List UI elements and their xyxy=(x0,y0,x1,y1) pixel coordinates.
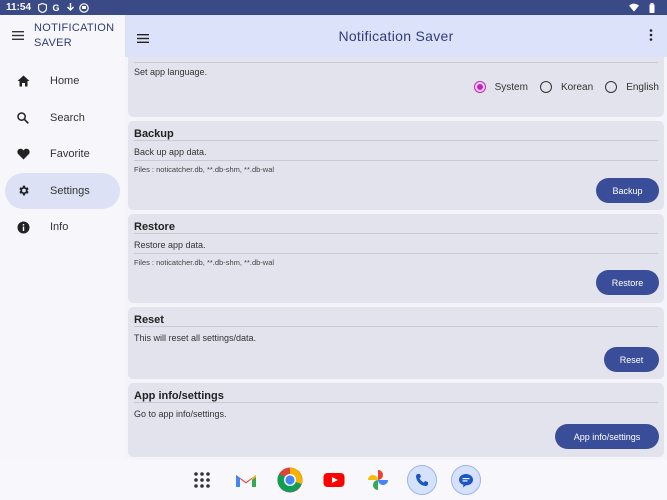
radio-label-english: English xyxy=(626,81,659,93)
nav-label-settings: Settings xyxy=(50,184,90,197)
search-icon xyxy=(16,111,30,125)
gmail-icon[interactable] xyxy=(231,465,261,495)
nav-item-search[interactable]: Search xyxy=(5,100,120,136)
heart-icon xyxy=(16,147,30,161)
reset-button[interactable]: Reset xyxy=(604,347,659,372)
home-icon xyxy=(16,74,30,88)
wifi-icon xyxy=(629,3,639,13)
app-bar: Notification Saver xyxy=(125,15,667,57)
backup-title: Backup xyxy=(134,121,658,141)
nav-label-home: Home xyxy=(50,75,80,87)
info-icon xyxy=(16,220,30,234)
app-notification-icon xyxy=(79,2,89,13)
status-bar: 11:54 G xyxy=(0,0,667,15)
backup-files: Files : noticatcher.db, **.db-shm, **.db… xyxy=(134,165,275,174)
restore-desc: Restore app data. xyxy=(134,234,658,254)
nav-item-favorite[interactable]: Favorite xyxy=(5,136,120,172)
radio-system[interactable] xyxy=(473,81,486,93)
app-drawer-icon[interactable] xyxy=(187,465,217,495)
radio-label-system: System xyxy=(494,81,528,93)
taskbar xyxy=(0,460,667,500)
photos-icon[interactable] xyxy=(363,465,393,495)
nav-item-home[interactable]: Home xyxy=(5,63,120,99)
nav-label-info: Info xyxy=(50,221,69,234)
status-time: 11:54 xyxy=(6,2,32,13)
chrome-icon[interactable] xyxy=(275,465,305,495)
phone-icon[interactable] xyxy=(406,465,437,495)
youtube-icon[interactable] xyxy=(319,465,349,495)
backup-desc: Back up app data. xyxy=(134,141,658,161)
settings-content[interactable]: Set app language. System Korean English … xyxy=(125,57,667,460)
nav-item-settings[interactable]: Settings xyxy=(5,172,120,209)
restore-title: Restore xyxy=(134,214,658,234)
app-info-button[interactable]: App info/settings xyxy=(555,424,659,449)
language-desc: Set app language. xyxy=(134,67,208,77)
more-options-icon[interactable] xyxy=(649,28,653,46)
backup-button[interactable]: Backup xyxy=(596,178,659,203)
reset-desc: This will reset all settings/data. xyxy=(134,333,257,343)
app-info-title: App info/settings xyxy=(134,383,658,403)
radio-english[interactable] xyxy=(605,81,618,93)
drawer-menu-icon[interactable] xyxy=(12,27,26,45)
language-card: Set app language. System Korean English xyxy=(128,57,664,117)
restore-button[interactable]: Restore xyxy=(596,270,659,295)
drawer-title-line1: NOTIFICATION xyxy=(34,22,115,34)
reset-card: Reset This will reset all settings/data.… xyxy=(128,307,664,379)
download-icon xyxy=(65,2,75,13)
google-icon: G xyxy=(52,2,60,13)
navigation-drawer: NOTIFICATION SAVER Home Search Favorite xyxy=(0,15,125,460)
reset-title: Reset xyxy=(134,307,658,327)
restore-files: Files : noticatcher.db, **.db-shm, **.db… xyxy=(134,258,275,267)
drawer-title: NOTIFICATION SAVER xyxy=(34,21,114,51)
app-info-desc: Go to app info/settings. xyxy=(134,409,227,419)
nav-list: Home Search Favorite Settings Info xyxy=(0,63,125,245)
app-info-card: App info/settings Go to app info/setting… xyxy=(128,383,664,457)
battery-icon xyxy=(647,2,657,13)
language-options: System Korean English xyxy=(462,81,659,93)
shield-icon xyxy=(37,2,47,13)
nav-label-search: Search xyxy=(50,111,85,124)
drawer-header: NOTIFICATION SAVER xyxy=(0,15,125,63)
drawer-title-line2: SAVER xyxy=(34,37,72,49)
gear-icon xyxy=(16,184,30,198)
restore-card: Restore Restore app data. Files : notica… xyxy=(128,214,664,303)
messages-icon[interactable] xyxy=(450,465,481,495)
nav-label-favorite: Favorite xyxy=(50,148,90,161)
app-bar-title: Notification Saver xyxy=(338,28,454,44)
radio-label-korean: Korean xyxy=(560,81,594,93)
radio-korean[interactable] xyxy=(539,81,552,93)
nav-item-info[interactable]: Info xyxy=(5,209,120,245)
backup-card: Backup Back up app data. Files : noticat… xyxy=(128,121,664,210)
